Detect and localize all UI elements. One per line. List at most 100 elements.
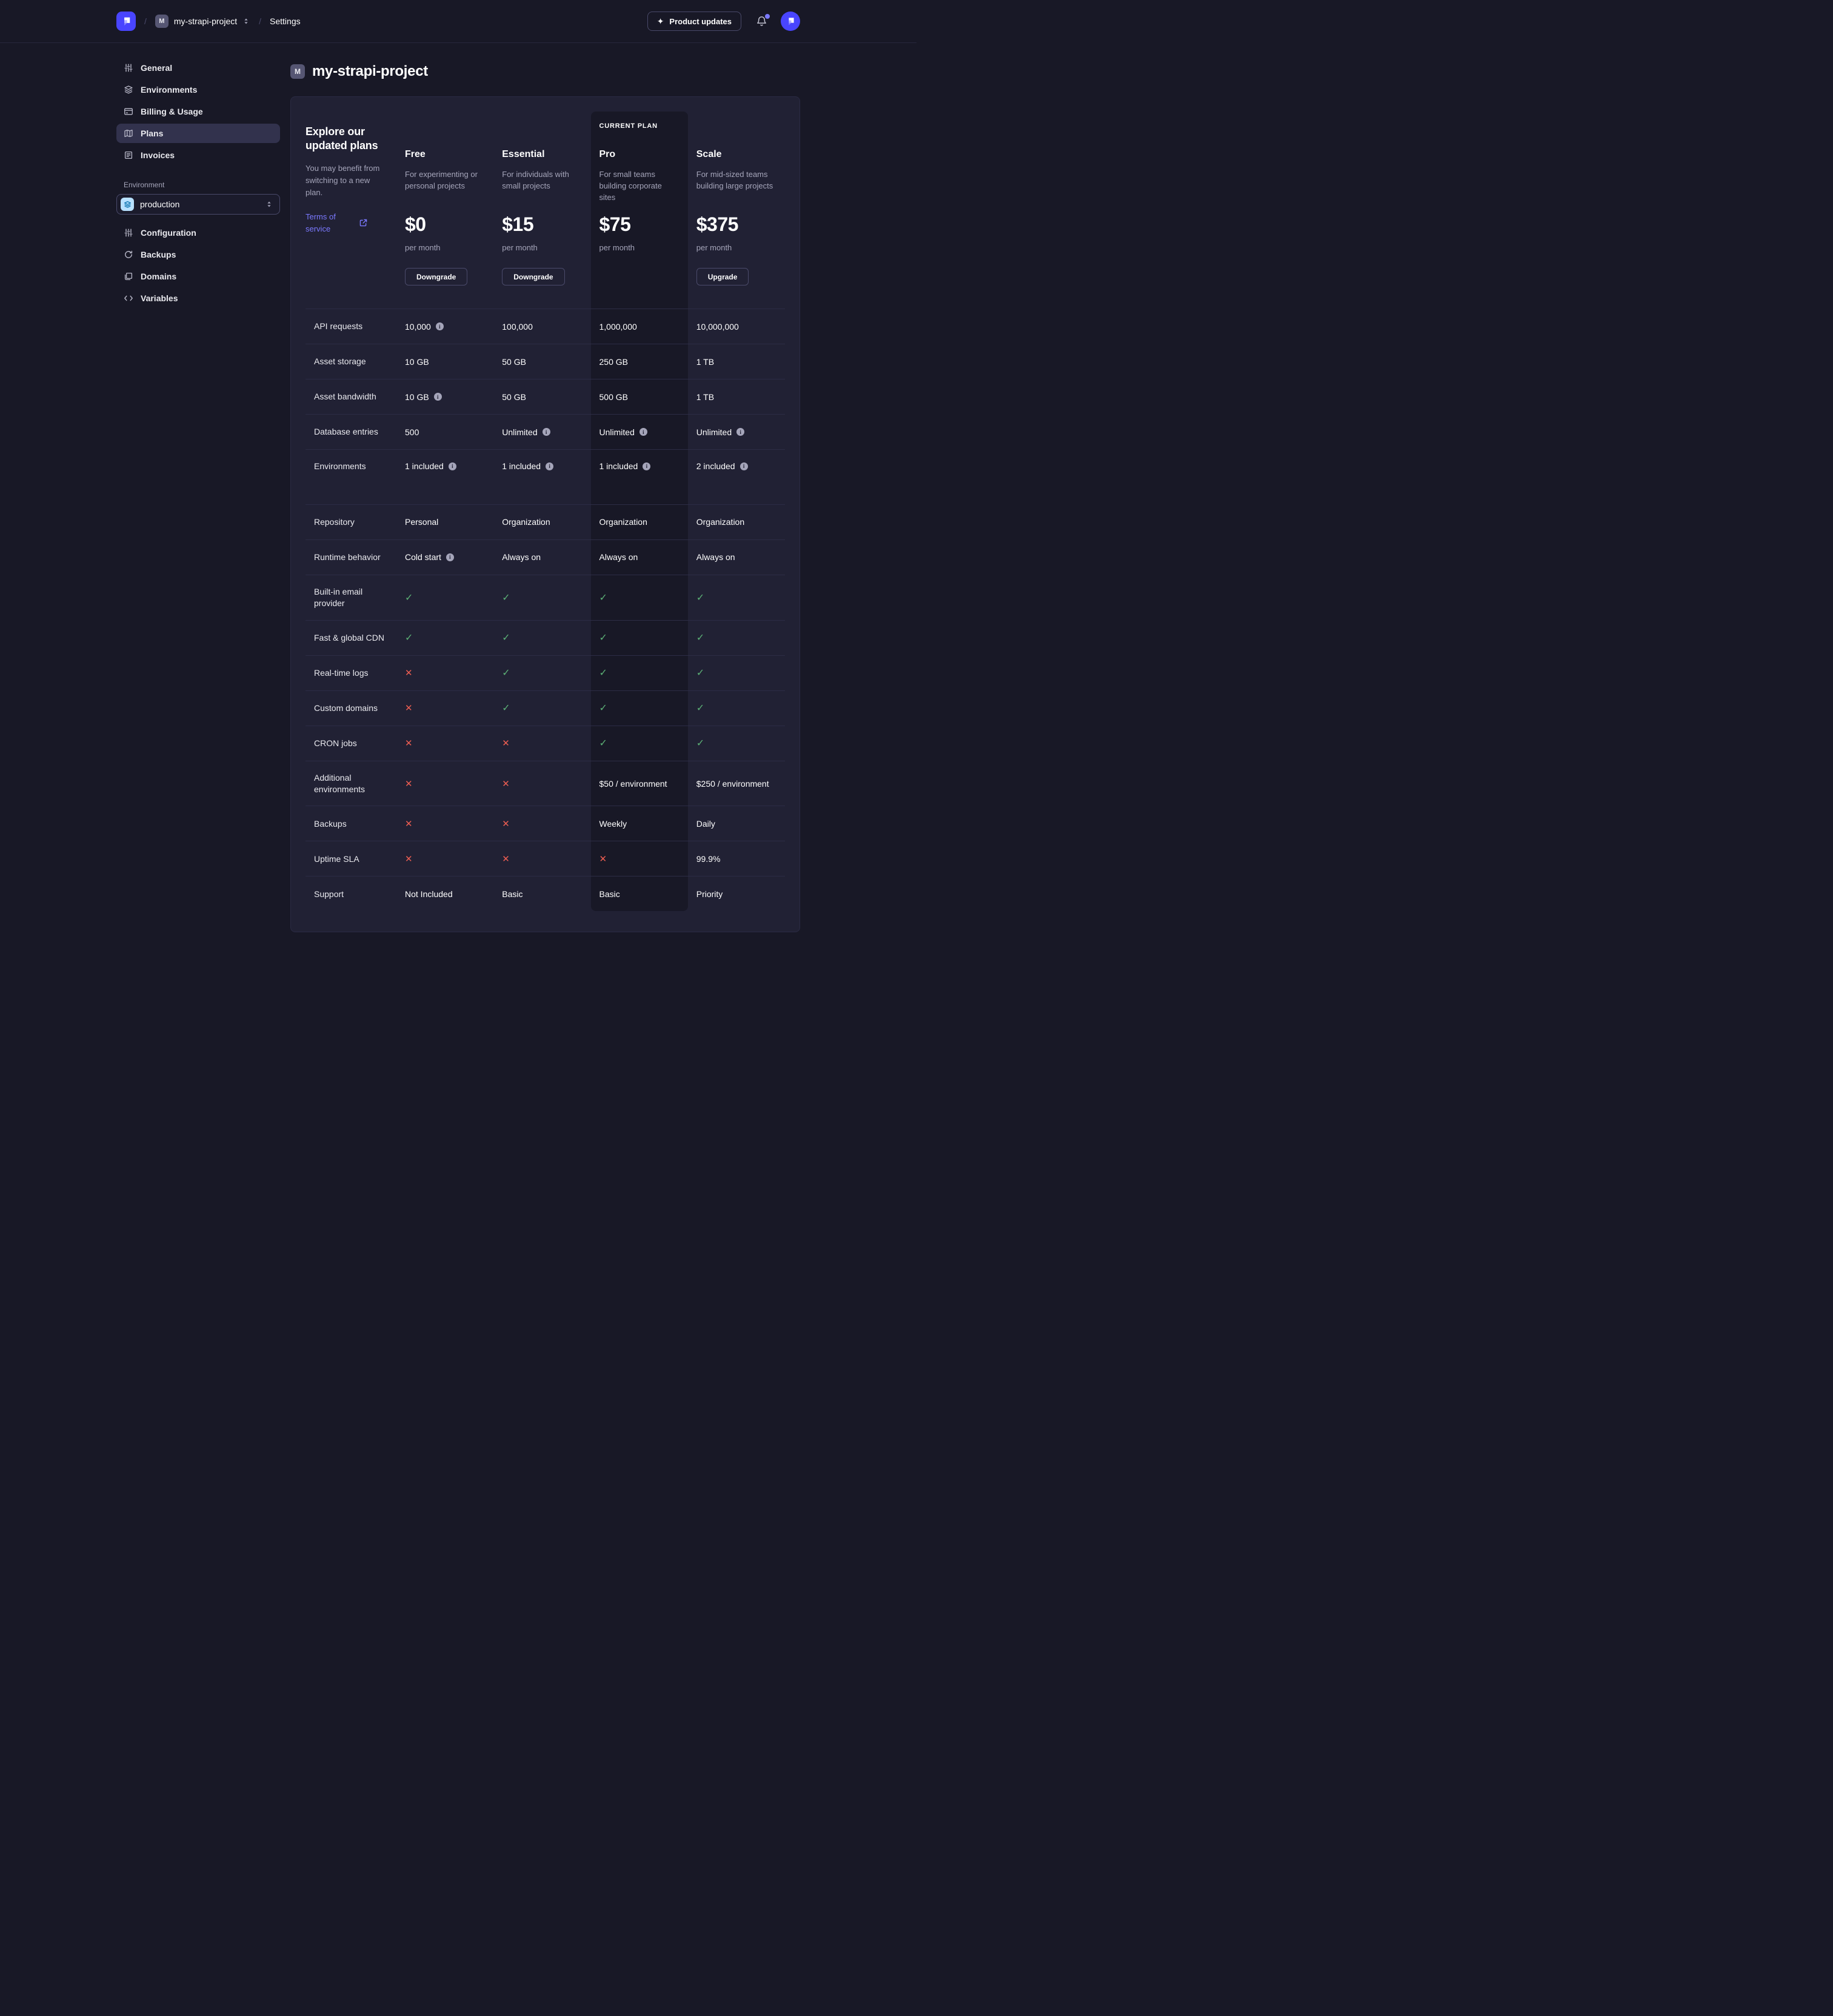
feature-value: Organization (493, 505, 590, 539)
sidebar-item-variables[interactable]: Variables (116, 289, 280, 308)
feature-value-text: Unlimited (696, 427, 732, 437)
project-title-badge: M (290, 64, 305, 79)
feature-label: CRON jobs (306, 726, 396, 761)
feature-value: 1 includedi (396, 450, 493, 504)
feature-value: 1 TB (688, 344, 785, 379)
feature-label: Uptime SLA (306, 841, 396, 876)
avatar[interactable] (781, 12, 800, 31)
check-icon: ✓ (599, 737, 607, 749)
feature-label: Repository (306, 505, 396, 539)
feature-value: Weekly (591, 806, 688, 841)
check-icon: ✓ (696, 667, 704, 679)
feature-value: Basic (493, 876, 590, 911)
check-icon: ✓ (599, 632, 607, 644)
feature-value-text: Organization (599, 517, 647, 527)
sidebar-item-general[interactable]: General (116, 58, 280, 78)
strapi-logo-icon (120, 15, 132, 27)
upgrade-button-scale[interactable]: Upgrade (696, 268, 749, 285)
feature-row-support: SupportNot IncludedBasicBasicPriority (306, 876, 785, 911)
info-icon[interactable]: i (543, 428, 550, 436)
sidebar-item-domains[interactable]: Domains (116, 267, 280, 286)
cross-icon: ✕ (405, 853, 413, 864)
sidebar-item-label: Variables (141, 293, 178, 303)
feature-value: ✓ (493, 691, 590, 726)
feature-row-asset-bandwidth: Asset bandwidth10 GBi50 GB500 GB1 TB (306, 379, 785, 414)
feature-label: Fast & global CDN (306, 621, 396, 655)
feature-value-text: 10,000 (405, 322, 431, 332)
feature-value: ✕ (493, 726, 590, 761)
notifications-button[interactable] (756, 15, 767, 27)
info-icon[interactable]: i (449, 462, 456, 470)
info-icon[interactable]: i (740, 462, 748, 470)
feature-value: $50 / environment (591, 761, 688, 806)
sidebar-item-backups[interactable]: Backups (116, 245, 280, 264)
feature-value: ✕ (396, 761, 493, 806)
plan-name: Scale (696, 149, 776, 160)
feature-value: ✕ (396, 806, 493, 841)
feature-value: ✕ (493, 761, 590, 806)
cross-icon: ✕ (405, 703, 413, 713)
info-icon[interactable]: i (436, 322, 444, 330)
sidebar-item-invoices[interactable]: Invoices (116, 145, 280, 165)
feature-label: Asset storage (306, 344, 396, 379)
sidebar-item-label: Invoices (141, 150, 175, 160)
info-icon[interactable]: i (446, 553, 454, 561)
environment-select[interactable]: production (116, 194, 280, 215)
sidebar-item-billing[interactable]: Billing & Usage (116, 102, 280, 121)
project-selector[interactable]: M my-strapi-project (155, 15, 250, 28)
terms-of-service-link[interactable]: Terms of service (306, 211, 343, 235)
feature-value: Organization (591, 505, 688, 539)
feature-value-text: Always on (599, 552, 638, 562)
feature-value: ✓ (396, 621, 493, 655)
sidebar-item-label: Environments (141, 85, 197, 95)
feature-value-text: Basic (599, 889, 620, 899)
feature-row-cron-jobs: CRON jobs✕✕✓✓ (306, 726, 785, 761)
sidebar-item-plans[interactable]: Plans (116, 124, 280, 143)
feature-value: Always on (493, 540, 590, 575)
sidebar-item-configuration[interactable]: Configuration (116, 223, 280, 242)
strapi-logo[interactable] (116, 12, 136, 31)
feature-value-text: 10,000,000 (696, 322, 739, 332)
feature-value-text: 1 TB (696, 357, 714, 367)
feature-label: Runtime behavior (306, 540, 396, 575)
feature-value: Unlimitedi (591, 415, 688, 449)
check-icon: ✓ (502, 632, 510, 644)
feature-value: 1,000,000 (591, 309, 688, 344)
feature-value-text: Not Included (405, 889, 453, 899)
feature-value: ✓ (688, 656, 785, 690)
feature-label: Real-time logs (306, 656, 396, 690)
feature-value-text: $50 / environment (599, 779, 667, 789)
feature-label: Database entries (306, 415, 396, 449)
feature-label: Additional environments (306, 761, 396, 806)
feature-row-asset-storage: Asset storage10 GB50 GB250 GB1 TB (306, 344, 785, 379)
info-icon[interactable]: i (736, 428, 744, 436)
page-title: my-strapi-project (312, 63, 428, 80)
feature-value: 500 (396, 415, 493, 449)
info-icon[interactable]: i (639, 428, 647, 436)
feature-value: ✓ (591, 656, 688, 690)
feature-value: 500 GB (591, 379, 688, 414)
feature-value: 1 TB (688, 379, 785, 414)
downgrade-button-free[interactable]: Downgrade (405, 268, 467, 285)
info-icon[interactable]: i (643, 462, 650, 470)
feature-value: ✓ (591, 726, 688, 761)
plan-name: Pro (599, 149, 679, 160)
feature-value: 10,000 i (396, 309, 493, 344)
check-icon: ✓ (502, 702, 510, 714)
folder-icon (124, 272, 133, 281)
plans-intro-body: You may benefit from switching to a new … (306, 162, 387, 199)
breadcrumb-settings[interactable]: Settings (270, 16, 301, 26)
downgrade-button-essential[interactable]: Downgrade (502, 268, 564, 285)
info-icon[interactable]: i (434, 393, 442, 401)
plan-price: $375 (696, 213, 776, 236)
feature-value-text: 2 included (696, 461, 735, 471)
product-updates-button[interactable]: ✦ Product updates (647, 12, 741, 31)
plan-column-free: FreeFor experimenting or personal projec… (396, 112, 493, 309)
info-icon[interactable]: i (546, 462, 553, 470)
feature-value-text: 1,000,000 (599, 322, 637, 332)
cross-icon: ✕ (599, 853, 607, 864)
code-icon (124, 293, 133, 303)
plan-price: $75 (599, 213, 679, 236)
sidebar-item-environments[interactable]: Environments (116, 80, 280, 99)
plan-column-essential: EssentialFor individuals with small proj… (493, 112, 590, 309)
